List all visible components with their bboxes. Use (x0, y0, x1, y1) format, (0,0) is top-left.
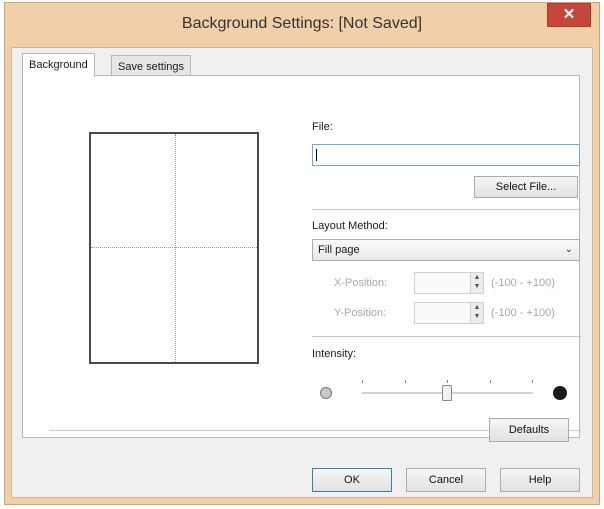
y-position-range: (-100 - +100) (491, 307, 555, 319)
tab-save-settings[interactable]: Save settings (111, 55, 192, 77)
x-position-spinner[interactable]: ▲ ▼ (470, 273, 483, 293)
y-position-field[interactable]: ▲ ▼ (414, 302, 484, 324)
x-position-range: (-100 - +100) (491, 277, 555, 289)
x-position-field[interactable]: ▲ ▼ (414, 272, 484, 294)
layout-method-select[interactable]: Fill page ⌄ (312, 239, 580, 261)
x-position-label: X-Position: (334, 277, 388, 289)
separator (312, 336, 581, 337)
slider-tick (447, 380, 448, 383)
help-button[interactable]: Help (500, 468, 580, 492)
chevron-down-icon: ⌄ (564, 244, 573, 255)
background-preview (89, 132, 259, 364)
horizontal-guide (91, 247, 257, 248)
layout-method-value: Fill page (318, 244, 360, 256)
background-tab-panel: File: Select File... Layout Method: Fill… (22, 75, 581, 438)
close-icon: ✕ (562, 6, 576, 23)
tab-background[interactable]: Background (22, 53, 95, 77)
intensity-slider-thumb[interactable] (442, 385, 452, 401)
title-bar[interactable]: Background Settings: [Not Saved] ✕ (5, 3, 599, 47)
slider-tick (362, 380, 363, 383)
light-circle-icon (320, 387, 332, 399)
select-file-button[interactable]: Select File... (474, 176, 578, 198)
y-position-spinner[interactable]: ▲ ▼ (470, 303, 483, 323)
slider-tick (490, 380, 491, 383)
text-caret (316, 149, 317, 161)
close-button[interactable]: ✕ (547, 3, 591, 27)
dark-circle-icon (553, 386, 567, 400)
dialog-window: Background Settings: [Not Saved] ✕ Backg… (4, 2, 600, 505)
file-input[interactable] (312, 144, 580, 166)
vertical-guide (175, 134, 176, 362)
file-label: File: (312, 121, 333, 133)
intensity-label: Intensity: (312, 348, 357, 360)
cancel-button[interactable]: Cancel (406, 468, 486, 492)
separator (312, 209, 581, 210)
layout-method-label: Layout Method: (312, 220, 388, 232)
ok-button[interactable]: OK (312, 468, 392, 492)
slider-tick (532, 380, 533, 383)
y-position-label: Y-Position: (334, 307, 387, 319)
window-title: Background Settings: [Not Saved] (181, 15, 423, 32)
slider-tick (405, 380, 406, 383)
dialog-body: Background Save settings File: Select Fi… (11, 47, 593, 498)
defaults-button[interactable]: Defaults (489, 418, 569, 442)
